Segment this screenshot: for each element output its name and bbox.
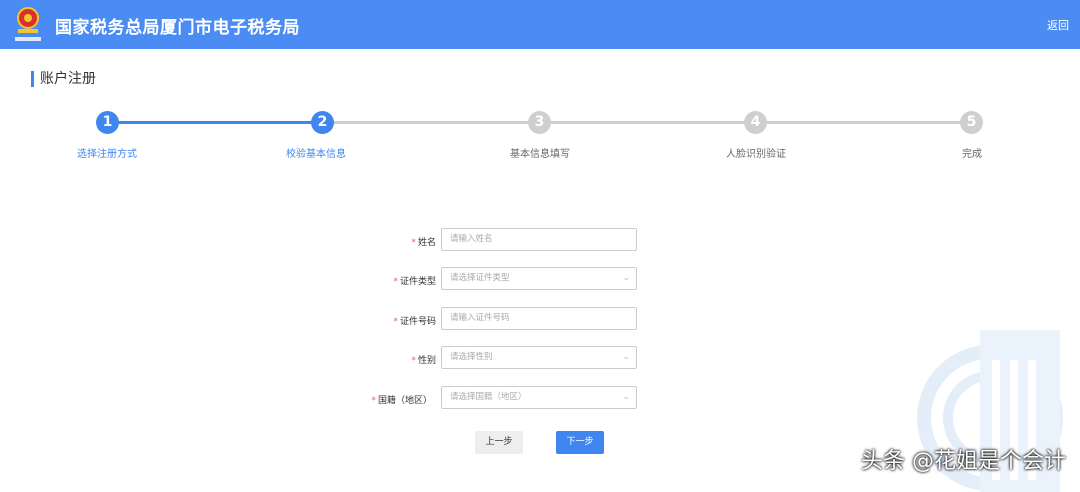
name-input[interactable]: 请输入姓名 <box>441 228 637 251</box>
tax-emblem-icon <box>15 7 41 41</box>
step-4-label: 人脸识别验证 <box>726 149 786 160</box>
next-step-button[interactable]: 下一步 <box>556 431 604 454</box>
name-label: * 姓名 <box>411 238 436 248</box>
step-5-label: 完成 <box>962 149 982 160</box>
step-connector-pending <box>322 121 972 124</box>
back-link[interactable]: 返回 <box>1047 17 1069 33</box>
site-title: 国家税务总局厦门市电子税务局 <box>55 18 300 38</box>
id-type-select[interactable]: 请选择证件类型 ⌄ <box>441 267 637 290</box>
id-type-label: * 证件类型 <box>393 277 436 287</box>
step-4-circle: 4 <box>744 111 767 134</box>
watermark-text: 头条 @花姐是个会计 <box>861 449 1066 474</box>
step-3-circle: 3 <box>528 111 551 134</box>
step-5-circle: 5 <box>960 111 983 134</box>
id-number-input[interactable]: 请输入证件号码 <box>441 307 637 330</box>
prev-step-button[interactable]: 上一步 <box>475 431 523 454</box>
step-1-circle: 1 <box>96 111 119 134</box>
step-2-label: 校验基本信息 <box>286 149 346 160</box>
step-connector-done <box>107 121 322 124</box>
nationality-label: * 国籍（地区） <box>371 396 432 406</box>
chevron-down-icon: ⌄ <box>622 273 630 283</box>
step-3-label: 基本信息填写 <box>510 149 570 160</box>
id-number-label: * 证件号码 <box>393 317 436 327</box>
gender-select[interactable]: 请选择性别 ⌄ <box>441 346 637 369</box>
page-title: 账户注册 <box>31 71 96 87</box>
nationality-select[interactable]: 请选择国籍（地区） ⌄ <box>441 386 637 409</box>
chevron-down-icon: ⌄ <box>622 352 630 362</box>
chevron-down-icon: ⌄ <box>622 392 630 402</box>
step-2-circle: 2 <box>311 111 334 134</box>
top-header: 国家税务总局厦门市电子税务局 返回 <box>0 0 1080 49</box>
gender-label: * 性别 <box>411 356 436 366</box>
step-1-label: 选择注册方式 <box>77 149 137 160</box>
